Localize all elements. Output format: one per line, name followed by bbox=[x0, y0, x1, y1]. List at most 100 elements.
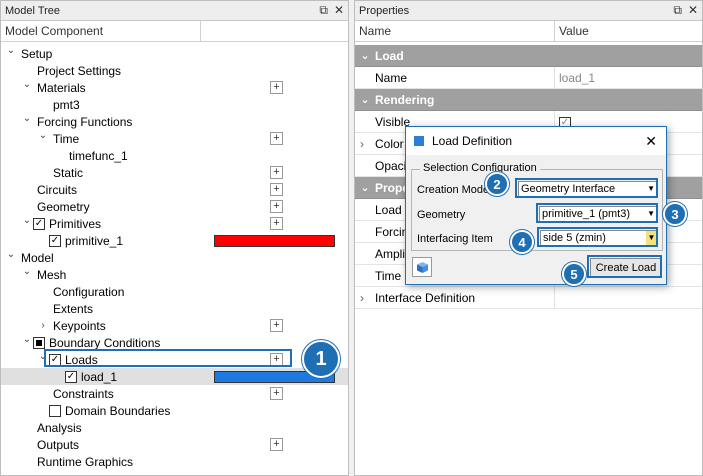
add-button[interactable]: + bbox=[270, 183, 283, 196]
property-row[interactable]: › Interface Definition bbox=[355, 287, 702, 309]
visibility-checkbox[interactable]: ✓ bbox=[33, 217, 45, 230]
property-name-label: Color bbox=[375, 136, 404, 151]
chevron-right-icon[interactable]: › bbox=[360, 291, 364, 305]
properties-titlebar: Properties ⧉ ✕ bbox=[355, 1, 702, 21]
property-name-label: Interface Definition bbox=[375, 290, 476, 305]
tree-item[interactable]: Geometry + bbox=[1, 198, 348, 215]
chevron-down-icon[interactable]: ⌄ bbox=[355, 181, 375, 194]
callout-3-number: 3 bbox=[671, 206, 679, 222]
visibility-checkbox[interactable] bbox=[49, 404, 61, 417]
float-icon[interactable]: ⧉ bbox=[673, 3, 682, 18]
property-name: Name bbox=[355, 67, 555, 88]
chevron-down-icon[interactable]: ⌄ bbox=[21, 79, 33, 90]
chevron-down-icon[interactable]: ⌄ bbox=[355, 49, 375, 62]
chevron-down-icon[interactable]: ⌄ bbox=[37, 130, 49, 141]
group-label: Selection Configuration bbox=[420, 162, 540, 174]
visibility-checkbox[interactable]: ✓ bbox=[49, 234, 61, 247]
chevron-right-icon[interactable]: › bbox=[37, 320, 49, 331]
tree-item[interactable]: Extents bbox=[1, 300, 348, 317]
property-name: › Interface Definition bbox=[355, 287, 555, 308]
chevron-down-icon[interactable]: ⌄ bbox=[5, 45, 17, 56]
callout-1: 1 bbox=[302, 340, 340, 378]
add-button[interactable]: + bbox=[270, 319, 283, 332]
tree-item[interactable]: ✓ load_1 bbox=[1, 368, 348, 385]
section-label: Rendering bbox=[375, 92, 435, 107]
color-swatch[interactable] bbox=[214, 234, 335, 247]
tree-item[interactable]: pmt3 bbox=[1, 96, 348, 113]
property-value[interactable]: load_1 bbox=[555, 71, 595, 85]
chevron-down-icon[interactable]: ⌄ bbox=[21, 113, 33, 124]
tree-item[interactable]: ⌄ Setup bbox=[1, 45, 348, 62]
tree-item-label: Forcing Functions bbox=[37, 114, 133, 129]
tree-item-label: Time bbox=[53, 131, 80, 146]
tree-item[interactable]: timefunc_1 bbox=[1, 147, 348, 164]
chevron-down-icon[interactable]: ⌄ bbox=[21, 334, 33, 345]
tree-item-label: Circuits bbox=[37, 182, 78, 197]
tree-item[interactable]: ⌄ ✓ Primitives + bbox=[1, 215, 348, 232]
close-icon[interactable]: ✕ bbox=[645, 133, 657, 150]
close-icon[interactable]: ✕ bbox=[688, 3, 698, 18]
creation-mode-label: Creation Mode bbox=[417, 184, 490, 196]
tree-item[interactable]: Circuits + bbox=[1, 181, 348, 198]
chevron-down-icon[interactable]: ⌄ bbox=[355, 93, 375, 106]
tree-item-label: Constraints bbox=[53, 386, 114, 401]
callout-2: 2 bbox=[485, 172, 509, 196]
tree-item-label: Model bbox=[21, 250, 54, 265]
geometry-label: Geometry bbox=[417, 209, 466, 221]
tree-item-label: primitive_1 bbox=[65, 233, 124, 248]
close-icon[interactable]: ✕ bbox=[334, 3, 344, 18]
tree-item-label: Keypoints bbox=[53, 318, 106, 333]
tree-item[interactable]: › Keypoints + bbox=[1, 317, 348, 334]
name-column-header[interactable]: Name bbox=[355, 21, 555, 41]
chevron-down-icon[interactable]: ⌄ bbox=[5, 249, 17, 260]
chevron-down-icon[interactable]: ⌄ bbox=[21, 215, 33, 226]
model-tree-title: Model Tree bbox=[5, 4, 61, 17]
interfacing-item-label: Interfacing Item bbox=[417, 233, 493, 245]
tree-item[interactable]: Outputs + bbox=[1, 436, 348, 453]
tree-item[interactable]: Project Settings bbox=[1, 62, 348, 79]
add-button[interactable]: + bbox=[270, 166, 283, 179]
tree-item-label: pmt3 bbox=[53, 97, 80, 112]
tree-item[interactable]: Constraints + bbox=[1, 385, 348, 402]
tree-item-label: Runtime Graphics bbox=[37, 454, 134, 469]
tree-item-label: load_1 bbox=[81, 369, 118, 384]
property-name-label: Name bbox=[375, 70, 408, 85]
add-button[interactable]: + bbox=[270, 438, 283, 451]
tree-item[interactable]: Configuration bbox=[1, 283, 348, 300]
callout-5-number: 5 bbox=[570, 266, 578, 282]
tree-item[interactable]: ⌄ Mesh bbox=[1, 266, 348, 283]
cube-icon-button[interactable] bbox=[412, 257, 432, 277]
properties-title: Properties bbox=[359, 4, 410, 17]
visibility-checkbox[interactable] bbox=[33, 336, 45, 349]
chevron-down-icon[interactable]: ⌄ bbox=[21, 266, 33, 277]
add-button[interactable]: + bbox=[270, 81, 283, 94]
tree-item[interactable]: Runtime Graphics bbox=[1, 453, 348, 470]
tree-item[interactable]: ⌄ Time + bbox=[1, 130, 348, 147]
add-button[interactable]: + bbox=[270, 217, 283, 230]
tree-item[interactable]: ⌄ Model bbox=[1, 249, 348, 266]
add-button[interactable]: + bbox=[270, 200, 283, 213]
property-section[interactable]: ⌄ Load bbox=[355, 45, 702, 67]
callout-4-number: 4 bbox=[518, 234, 526, 250]
loads-row-highlight bbox=[44, 349, 292, 367]
app-icon bbox=[414, 136, 424, 146]
chevron-right-icon[interactable]: › bbox=[360, 137, 364, 151]
float-icon[interactable]: ⧉ bbox=[319, 3, 328, 18]
tree-item[interactable]: Domain Boundaries bbox=[1, 402, 348, 419]
tree-item[interactable]: Analysis bbox=[1, 419, 348, 436]
property-row[interactable]: Name load_1 bbox=[355, 67, 702, 89]
value-column-header[interactable]: Value bbox=[555, 21, 702, 41]
visibility-checkbox[interactable]: ✓ bbox=[65, 370, 77, 383]
tree-item[interactable]: ⌄ Forcing Functions bbox=[1, 113, 348, 130]
model-component-header[interactable]: Model Component bbox=[1, 21, 201, 41]
model-tree-list: ⌄ Setup Project Settings ⌄ Materials + pmt3 ⌄ Fo… bbox=[1, 45, 348, 475]
property-section[interactable]: ⌄ Rendering bbox=[355, 89, 702, 111]
callout-3: 3 bbox=[663, 202, 687, 226]
tree-item[interactable]: ⌄ Materials + bbox=[1, 79, 348, 96]
add-button[interactable]: + bbox=[270, 132, 283, 145]
properties-header: Name Value bbox=[355, 21, 702, 42]
section-label: Load bbox=[375, 48, 404, 63]
tree-item[interactable]: ✓ primitive_1 bbox=[1, 232, 348, 249]
tree-item[interactable]: Static + bbox=[1, 164, 348, 181]
add-button[interactable]: + bbox=[270, 387, 283, 400]
